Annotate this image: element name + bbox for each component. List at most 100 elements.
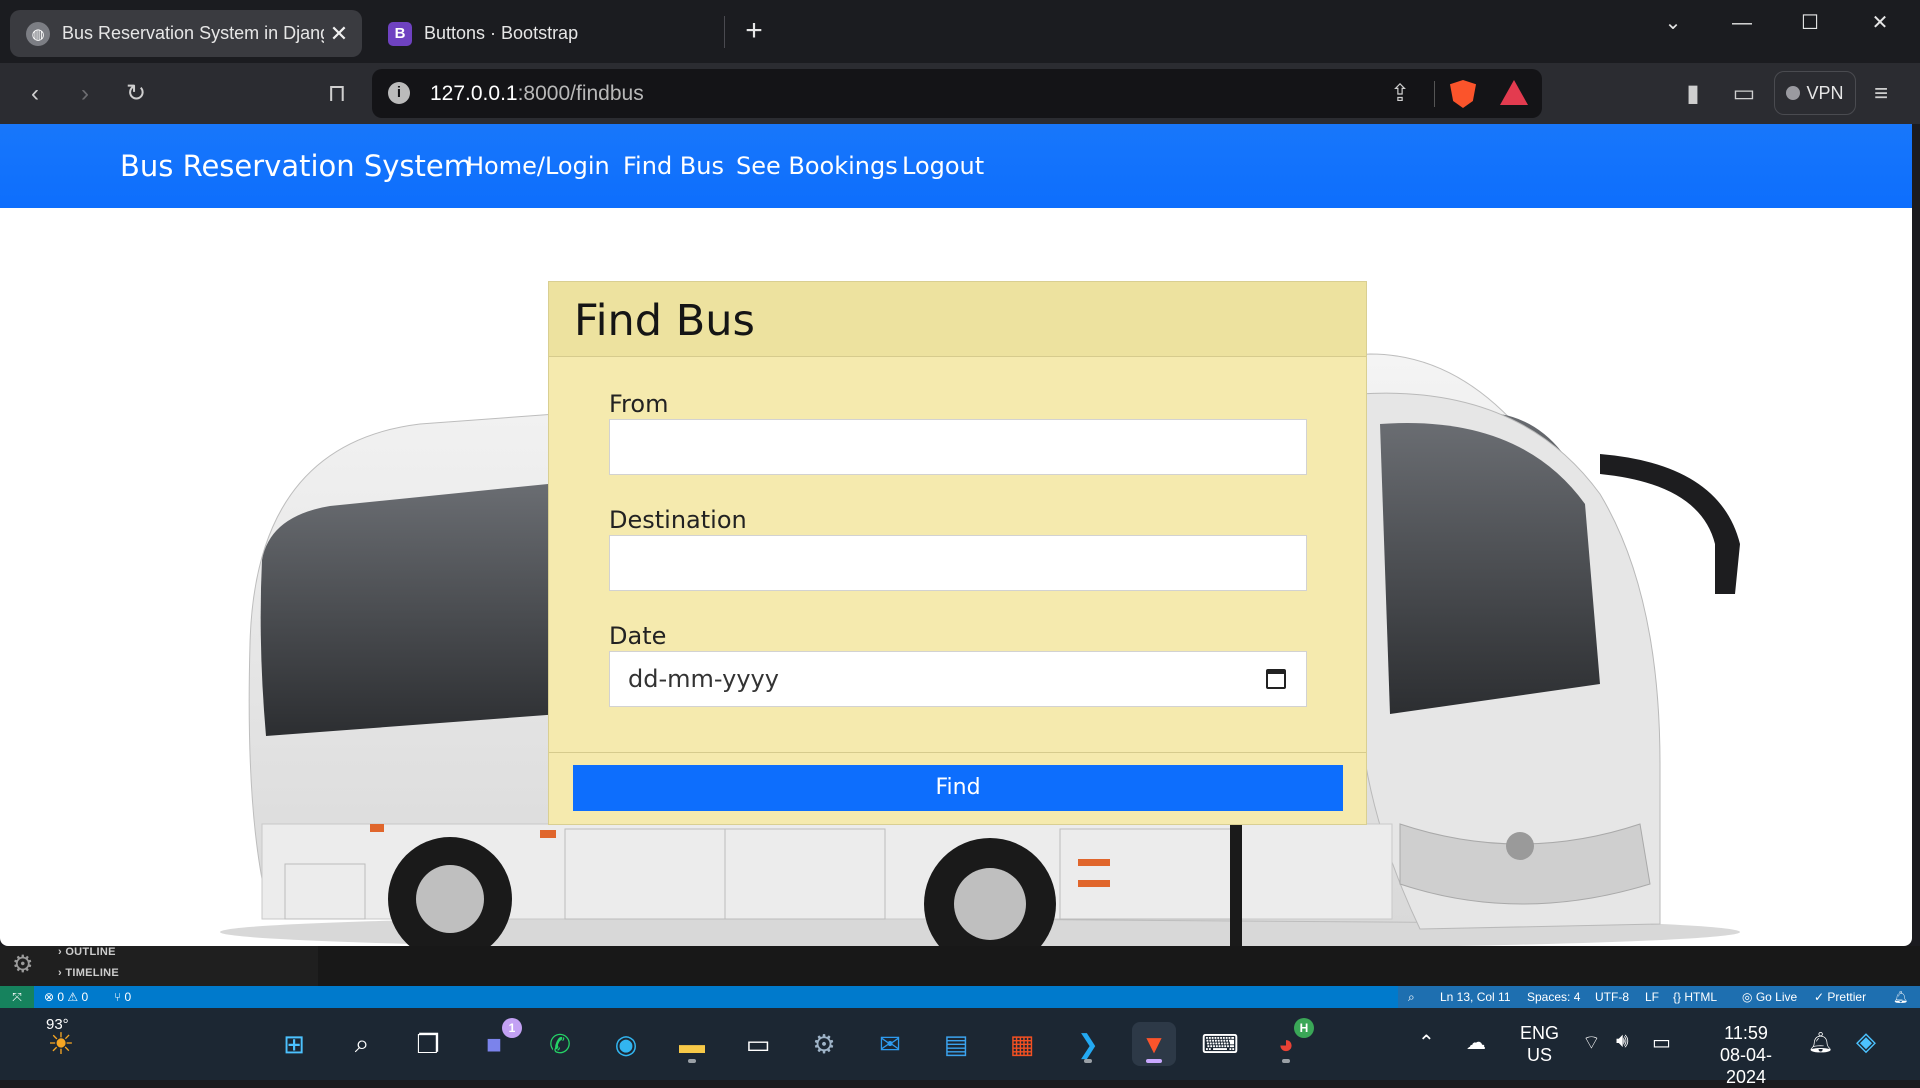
go-live-button[interactable]: ◎ Go Live [1742, 986, 1797, 1008]
tab-search-chevron-icon[interactable]: ⌄ [1653, 8, 1693, 38]
globe-icon: ◍ [26, 21, 50, 46]
bookmark-icon[interactable]: ⊓ [318, 75, 356, 113]
url-path: :8000/findbus [517, 82, 644, 105]
notepad-icon[interactable]: ▤ [934, 1022, 978, 1066]
notification-bell-icon[interactable]: 🔔︎ [1808, 1030, 1833, 1055]
encoding-setting[interactable]: UTF-8 [1595, 986, 1629, 1008]
onedrive-cloud-icon[interactable]: ☁ [1466, 1030, 1486, 1055]
indentation-setting[interactable]: Spaces: 4 [1527, 986, 1580, 1008]
settings-app-icon[interactable]: ⚙ [802, 1022, 846, 1066]
battery-icon[interactable]: ▭ [1652, 1030, 1671, 1055]
vpn-label: VPN [1806, 83, 1844, 103]
nav-logout[interactable]: Logout [902, 124, 984, 208]
ports-indicator[interactable]: ⑂ 0 [114, 986, 131, 1008]
outline-label: OUTLINE [65, 946, 116, 958]
reload-icon[interactable]: ↻ [117, 75, 155, 113]
clock[interactable]: 11:59 08-04-2024 [1700, 1022, 1792, 1088]
vpn-button[interactable]: VPN [1774, 71, 1856, 115]
running-indicator [688, 1059, 696, 1063]
brave-browser-icon[interactable]: ▼ [1132, 1022, 1176, 1066]
wallet-icon[interactable]: ▭ [1725, 75, 1763, 113]
calendar-icon[interactable] [1266, 669, 1286, 689]
date-input[interactable]: dd-mm-yyyy [609, 651, 1307, 707]
web-page: Bus Reservation System Home/Login Find B… [0, 124, 1912, 946]
task-view-icon[interactable]: ❐ [406, 1022, 450, 1066]
destination-input[interactable] [609, 535, 1307, 591]
new-tab-button[interactable]: + [738, 16, 770, 48]
edge-icon[interactable]: ◉ [604, 1022, 648, 1066]
input-language-indicator[interactable]: ENG US [1520, 1022, 1559, 1066]
maximize-button[interactable]: ☐ [1790, 8, 1830, 38]
copilot-icon[interactable]: ◈ [1856, 1026, 1876, 1057]
address-divider [1434, 81, 1435, 107]
tab-title: Bus Reservation System in Djang [62, 23, 324, 43]
timeline-section[interactable]: › TIMELINE [58, 967, 119, 979]
file-explorer-icon[interactable]: ▬ [670, 1022, 714, 1066]
teams-chat-icon[interactable]: ■ 1 [472, 1018, 522, 1066]
microsoft-store-icon[interactable]: ▦ [1000, 1022, 1044, 1066]
menu-icon[interactable]: ≡ [1862, 75, 1900, 113]
clock-date: 08-04-2024 [1719, 1045, 1773, 1087]
back-icon[interactable]: ‹ [16, 75, 54, 113]
teams-badge: 1 [502, 1018, 522, 1038]
navbar-brand[interactable]: Bus Reservation System [120, 124, 472, 208]
search-icon[interactable]: ⌕ [340, 1022, 384, 1066]
remote-indicator-icon[interactable]: ⤧ [0, 986, 34, 1008]
vpn-status-icon [1786, 86, 1801, 100]
tab-separator [724, 16, 725, 48]
find-bus-card: Find Bus From Destination Date dd-mm-yyy… [548, 281, 1367, 825]
start-windows-icon[interactable]: ⊞ [272, 1022, 316, 1066]
share-icon[interactable]: ⇪ [1390, 69, 1410, 118]
eol-setting[interactable]: LF [1645, 986, 1659, 1008]
date-placeholder: dd-mm-yyyy [628, 665, 779, 693]
notifications-bell-icon[interactable]: 🔔︎ [1893, 986, 1908, 1008]
forward-icon[interactable]: › [66, 75, 104, 113]
card-header: Find Bus [549, 282, 1366, 357]
tab-bootstrap-buttons[interactable]: B Buttons · Bootstrap [372, 10, 712, 57]
whatsapp-icon[interactable]: ✆ [538, 1022, 582, 1066]
from-label: From [609, 390, 669, 418]
zoom-icon[interactable]: ⌕ [1408, 986, 1415, 1008]
windows-taskbar: ☀ 93° ⊞ ⌕ ❐ ■ 1 ✆ ◉ ▬ ▭ ⚙ ✉ ▤ ▦ ❯ ▼ ⌨ ◕ H … [0, 1008, 1920, 1087]
browser-tab-bar: ◍ Bus Reservation System in Djang ✕ B Bu… [0, 0, 1920, 63]
brave-rewards-icon[interactable] [1500, 80, 1528, 105]
nav-see-bookings[interactable]: See Bookings [736, 124, 898, 208]
vscode-status-bar: ⤧ ⊗ 0 ⚠ 0 ⑂ 0 ⌕ Ln 13, Col 11 Spaces: 4 … [0, 986, 1920, 1008]
language-mode[interactable]: {} HTML [1673, 986, 1717, 1008]
vscode-sidebar: ⚙ › OUTLINE › TIMELINE [0, 946, 318, 986]
problems-indicator[interactable]: ⊗ 0 ⚠ 0 [44, 986, 88, 1008]
volume-icon[interactable]: 🔊︎ [1616, 1030, 1629, 1053]
broadcast-icon: ◎ [1742, 990, 1756, 1004]
vscode-panel: ⚙ › OUTLINE › TIMELINE [0, 946, 1920, 986]
address-bar[interactable]: i 127.0.0.1:8000/findbus ⇪ [372, 69, 1542, 118]
nav-find-bus[interactable]: Find Bus [623, 124, 724, 208]
sidebar-icon[interactable]: ▮ [1674, 75, 1712, 113]
terminal-window-icon[interactable]: ▭ [736, 1022, 780, 1066]
tab-close-icon[interactable]: ✕ [324, 21, 354, 47]
show-hidden-icons-chevron-icon[interactable]: ⌃ [1418, 1030, 1435, 1055]
url-text: 127.0.0.1:8000/findbus [430, 69, 644, 118]
url-host: 127.0.0.1 [430, 82, 518, 105]
chrome-icon[interactable]: ◕ H [1264, 1018, 1314, 1066]
site-info-icon[interactable]: i [388, 82, 410, 104]
brave-shields-icon[interactable] [1450, 80, 1476, 108]
wifi-icon[interactable]: ⌔ [1582, 1030, 1601, 1055]
cursor-position[interactable]: Ln 13, Col 11 [1440, 986, 1511, 1008]
settings-gear-icon[interactable]: ⚙ [12, 950, 34, 979]
windows-terminal-icon[interactable]: ⌨ [1198, 1022, 1242, 1066]
prettier-status[interactable]: ✓ Prettier [1814, 986, 1866, 1008]
mail-icon[interactable]: ✉ [868, 1022, 912, 1066]
close-window-button[interactable]: ✕ [1860, 8, 1900, 38]
from-input[interactable] [609, 419, 1307, 475]
weather-widget[interactable]: ☀ 93° [26, 1016, 96, 1066]
minimize-button[interactable]: — [1722, 8, 1762, 38]
region-code: US [1527, 1045, 1553, 1065]
language-code: ENG [1520, 1023, 1560, 1043]
timeline-label: TIMELINE [65, 967, 120, 979]
find-button[interactable]: Find [573, 765, 1343, 811]
vscode-icon[interactable]: ❯ [1066, 1022, 1110, 1066]
nav-home-login[interactable]: Home/Login [466, 124, 610, 208]
tab-bus-reservation[interactable]: ◍ Bus Reservation System in Djang ✕ [10, 10, 362, 57]
go-live-label: Go Live [1755, 990, 1798, 1004]
outline-section[interactable]: › OUTLINE [58, 946, 116, 958]
